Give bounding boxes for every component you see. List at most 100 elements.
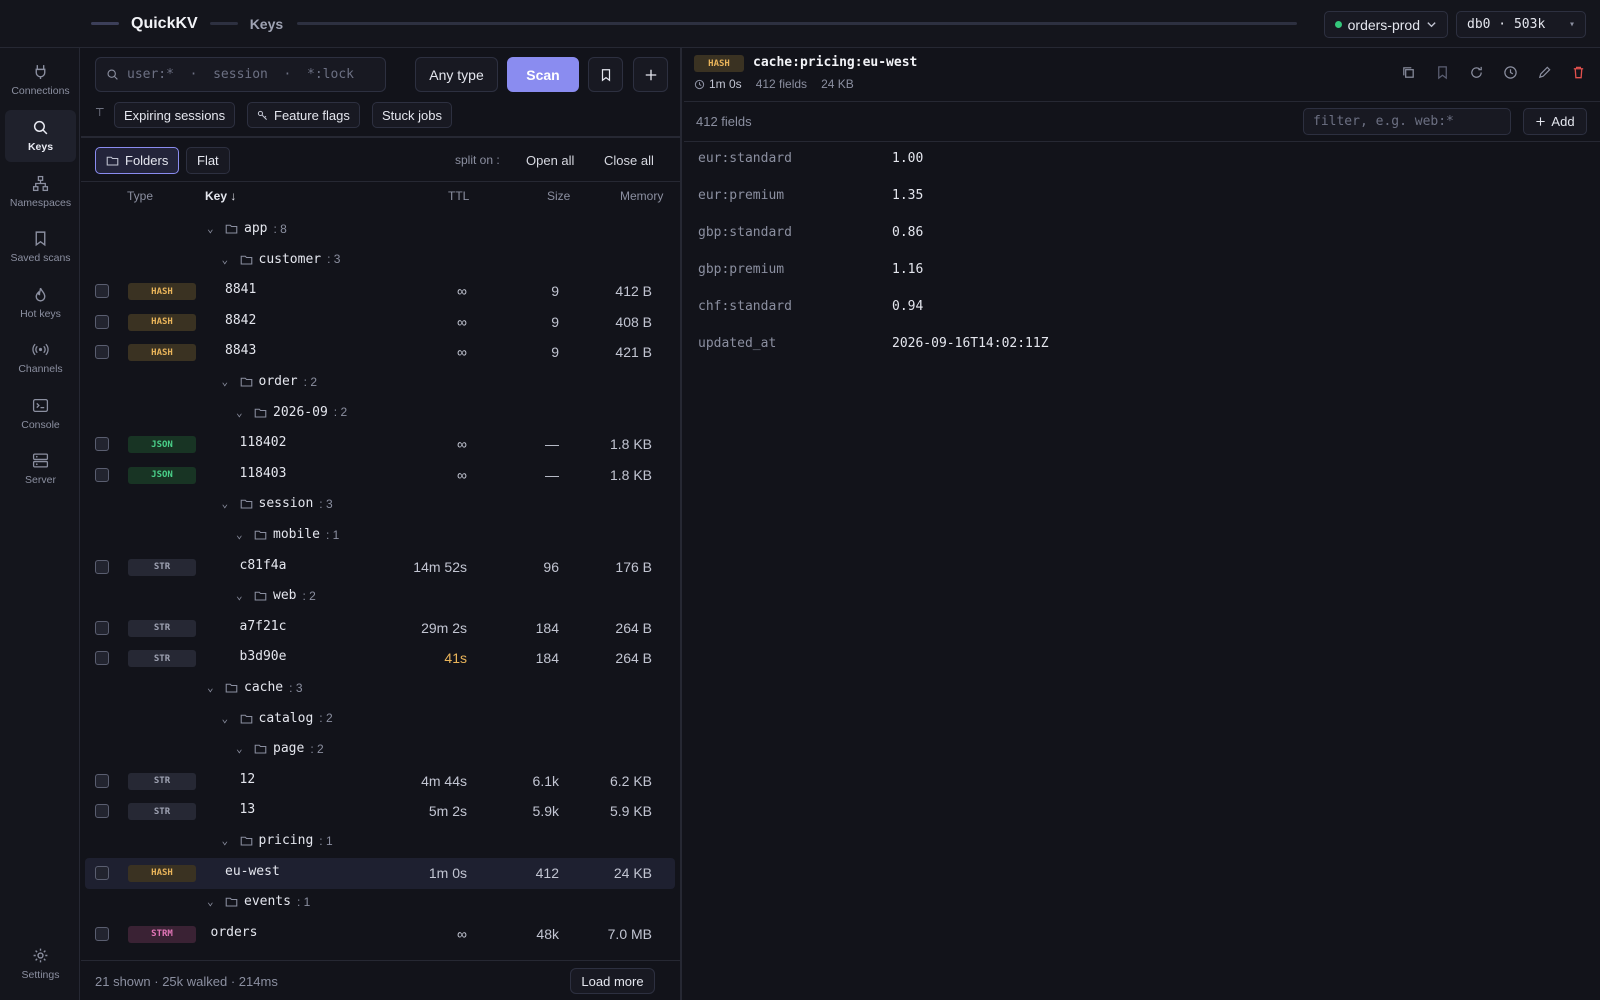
- close-all-button[interactable]: Close all: [604, 153, 654, 168]
- connection-select[interactable]: orders-prod: [1323, 11, 1448, 38]
- chevron-down-icon[interactable]: ⌄: [222, 712, 234, 725]
- tree-key-row[interactable]: HASH 8842 ∞ 9 408 B: [85, 307, 675, 338]
- field-filter-input[interactable]: filter, e.g. web:*: [1303, 108, 1511, 135]
- chevron-down-icon[interactable]: ⌄: [222, 497, 234, 510]
- folder-node[interactable]: ⌄ page: 2: [236, 741, 324, 756]
- key-leaf-name[interactable]: eu-west: [225, 864, 280, 879]
- folder-node[interactable]: ⌄ session: 3: [222, 496, 333, 511]
- tree-key-row[interactable]: HASH 8843 ∞ 9 421 B: [85, 337, 675, 368]
- row-checkbox[interactable]: [95, 284, 109, 299]
- chevron-down-icon[interactable]: ⌄: [236, 528, 248, 541]
- hash-field-value[interactable]: 0.94: [892, 299, 923, 314]
- key-leaf-name[interactable]: 13: [240, 802, 256, 817]
- type-filter-select[interactable]: Any type: [415, 57, 498, 92]
- edit-icon[interactable]: [1537, 65, 1552, 80]
- tree-folder-row[interactable]: ⌄ events: 1: [85, 888, 675, 919]
- tree-folder-row[interactable]: ⌄ 2026-09: 2: [85, 399, 675, 430]
- load-more-button[interactable]: Load more: [570, 968, 655, 994]
- folder-node[interactable]: ⌄ catalog: 2: [222, 711, 333, 726]
- folder-node[interactable]: ⌄ mobile: 1: [236, 527, 339, 542]
- refresh-icon[interactable]: [1469, 65, 1484, 80]
- key-leaf-name[interactable]: b3d90e: [240, 649, 287, 664]
- sidebar-item-namespaces[interactable]: Namespaces: [5, 166, 76, 218]
- add-key-button[interactable]: [633, 57, 668, 92]
- row-checkbox[interactable]: [95, 467, 109, 482]
- key-leaf-name[interactable]: c81f4a: [240, 558, 287, 573]
- chevron-down-icon[interactable]: ⌄: [236, 742, 248, 755]
- tree-folder-row[interactable]: ⌄ page: 2: [85, 735, 675, 766]
- preset-expiring-sessions[interactable]: Expiring sessions: [114, 102, 236, 128]
- row-checkbox[interactable]: [95, 437, 109, 452]
- tree-key-row[interactable]: JSON 118402 ∞ — 1.8 KB: [85, 429, 675, 460]
- folder-node[interactable]: ⌄ 2026-09: 2: [236, 405, 347, 420]
- hash-field-value[interactable]: 0.86: [892, 225, 923, 240]
- chevron-down-icon[interactable]: ⌄: [207, 222, 219, 235]
- row-checkbox[interactable]: [95, 620, 109, 635]
- view-flat-toggle[interactable]: Flat: [186, 147, 230, 174]
- folder-node[interactable]: ⌄ app: 8: [207, 221, 287, 236]
- tree-key-row[interactable]: STR b3d90e 41s 184 264 B: [85, 643, 675, 674]
- chevron-down-icon[interactable]: ⌄: [236, 406, 248, 419]
- chevron-down-icon[interactable]: ⌄: [236, 589, 248, 602]
- folder-node[interactable]: ⌄ pricing: 1: [222, 833, 333, 848]
- column-header-memory[interactable]: Memory: [620, 189, 663, 203]
- hash-field-value[interactable]: 1.00: [892, 151, 923, 166]
- column-header-ttl[interactable]: TTL: [448, 189, 469, 203]
- row-checkbox[interactable]: [95, 865, 109, 880]
- key-leaf-name[interactable]: 118402: [240, 435, 287, 450]
- key-leaf-name[interactable]: a7f21c: [240, 619, 287, 634]
- key-leaf-name[interactable]: 8841: [225, 282, 256, 297]
- folder-node[interactable]: ⌄ cache: 3: [207, 680, 303, 695]
- open-all-button[interactable]: Open all: [526, 153, 574, 168]
- tree-key-row[interactable]: HASH eu-west 1m 0s 412 24 KB: [85, 857, 675, 889]
- tree-key-row[interactable]: STR 12 4m 44s 6.1k 6.2 KB: [85, 766, 675, 797]
- hash-field-value[interactable]: 1.35: [892, 188, 923, 203]
- key-leaf-name[interactable]: 8843: [225, 343, 256, 358]
- chevron-down-icon[interactable]: ⌄: [222, 253, 234, 266]
- database-select[interactable]: db0 · 503k ▾: [1456, 11, 1586, 38]
- key-leaf-name[interactable]: 8842: [225, 313, 256, 328]
- save-scan-button[interactable]: [588, 57, 623, 92]
- chevron-down-icon[interactable]: ⌄: [207, 681, 219, 694]
- tree-key-row[interactable]: STR c81f4a 14m 52s 96 176 B: [85, 552, 675, 583]
- key-leaf-name[interactable]: 118403: [240, 466, 287, 481]
- tree-folder-row[interactable]: ⌄ cache: 3: [85, 674, 675, 705]
- folder-node[interactable]: ⌄ events: 1: [207, 894, 310, 909]
- row-checkbox[interactable]: [95, 651, 109, 666]
- tree-key-row[interactable]: STRM orders ∞ 48k 7.0 MB: [85, 919, 675, 950]
- tree-folder-row[interactable]: ⌄ mobile: 1: [85, 521, 675, 552]
- window-drag-handle[interactable]: [91, 22, 119, 25]
- copy-icon[interactable]: [1401, 65, 1416, 80]
- key-leaf-name[interactable]: 12: [240, 772, 256, 787]
- preset-feature-flags[interactable]: Feature flags: [247, 102, 360, 128]
- sidebar-item-console[interactable]: Console: [5, 388, 76, 440]
- key-search-input[interactable]: user:* · session · *:lock: [95, 57, 386, 92]
- sidebar-item-keys[interactable]: Keys: [5, 110, 76, 162]
- tree-key-row[interactable]: STR 13 5m 2s 5.9k 5.9 KB: [85, 796, 675, 827]
- tree-folder-row[interactable]: ⌄ app: 8: [85, 215, 675, 246]
- bookmark-icon[interactable]: [1435, 65, 1450, 80]
- column-header-key[interactable]: Key ↓: [205, 189, 236, 203]
- tree-folder-row[interactable]: ⌄ catalog: 2: [85, 705, 675, 736]
- sidebar-item-server[interactable]: Server: [5, 443, 76, 495]
- folder-node[interactable]: ⌄ order: 2: [222, 374, 318, 389]
- tree-folder-row[interactable]: ⌄ web: 2: [85, 582, 675, 613]
- scan-button[interactable]: Scan: [507, 57, 579, 92]
- sidebar-item-channels[interactable]: Channels: [5, 332, 76, 384]
- row-checkbox[interactable]: [95, 804, 109, 819]
- column-header-size[interactable]: Size: [547, 189, 570, 203]
- folder-node[interactable]: ⌄ web: 2: [236, 588, 316, 603]
- tree-key-row[interactable]: HASH 8841 ∞ 9 412 B: [85, 276, 675, 307]
- preset-stuck-jobs[interactable]: Stuck jobs: [372, 102, 452, 128]
- sidebar-item-hot-keys[interactable]: Hot keys: [5, 277, 76, 329]
- row-checkbox[interactable]: [95, 559, 109, 574]
- delete-icon[interactable]: [1571, 65, 1586, 80]
- sidebar-item-settings[interactable]: Settings: [5, 938, 76, 990]
- tree-folder-row[interactable]: ⌄ order: 2: [85, 368, 675, 399]
- tree-key-row[interactable]: STR a7f21c 29m 2s 184 264 B: [85, 613, 675, 644]
- row-checkbox[interactable]: [95, 773, 109, 788]
- row-checkbox[interactable]: [95, 314, 109, 329]
- row-checkbox[interactable]: [95, 345, 109, 360]
- tree-folder-row[interactable]: ⌄ pricing: 1: [85, 827, 675, 858]
- tree-folder-row[interactable]: ⌄ customer: 3: [85, 246, 675, 277]
